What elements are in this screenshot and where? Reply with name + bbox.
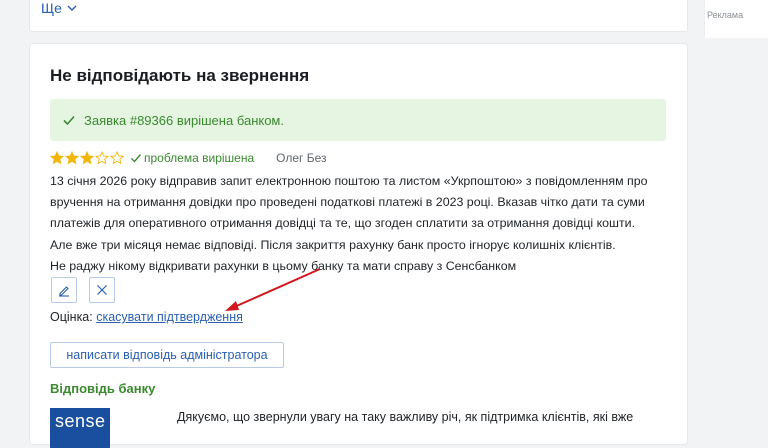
previous-review-card: Ще <box>29 0 688 32</box>
resolved-text: Заявка #89366 вирішена банком. <box>84 113 284 128</box>
rating-row: Оцінка: скасувати підтвердження <box>50 310 243 324</box>
status-text: проблема вирішена <box>144 151 255 165</box>
review-line: Але вже три місяця немає відповіді. Післ… <box>50 237 616 252</box>
review-body: 13 січня 2026 року відправив запит елект… <box>50 171 668 277</box>
star-rating <box>50 151 124 165</box>
check-icon <box>63 115 75 126</box>
review-line: платежів для оперативного отримання дові… <box>50 216 636 231</box>
rating-label: Оцінка: <box>50 310 97 324</box>
author-name: Олег Без <box>276 151 327 165</box>
ticket-number[interactable]: #89366 <box>130 113 173 128</box>
more-link[interactable]: Ще <box>41 0 78 16</box>
resolved-prefix: Заявка <box>84 112 130 128</box>
review-line: Не раджу нікому відкривати рахунки в цьо… <box>50 258 517 273</box>
check-icon <box>131 154 142 163</box>
edit-button[interactable] <box>51 277 77 303</box>
ad-label: Реклама <box>707 10 744 20</box>
review-title: Не відповідають на звернення <box>50 66 310 85</box>
star-icon <box>80 151 94 165</box>
star-icon <box>95 151 109 165</box>
pencil-icon <box>59 286 69 297</box>
chevron-down-icon <box>67 5 77 11</box>
resolved-notice: Заявка #89366 вирішена банком. <box>50 99 666 141</box>
star-icon <box>110 151 124 165</box>
bank-logo: sense <box>50 408 110 448</box>
more-label: Ще <box>41 0 62 16</box>
delete-button[interactable] <box>89 277 115 303</box>
status-badge: проблема вирішена <box>130 151 254 165</box>
review-card: Не відповідають на звернення Заявка #893… <box>29 43 688 448</box>
ad-panel: Реклама <box>704 0 768 38</box>
star-icon <box>50 151 64 165</box>
cancel-confirmation-link[interactable]: скасувати підтвердження <box>96 310 243 324</box>
resolved-suffix: вирішена банком. <box>173 112 284 128</box>
review-meta: проблема вирішена Олег Без <box>50 150 327 166</box>
close-icon <box>97 285 107 295</box>
bank-reply-title: Відповідь банку <box>50 381 156 396</box>
reply-admin-button[interactable]: написати відповідь адміністратора <box>50 342 284 368</box>
review-line: вручення на отримання довідки про провед… <box>50 195 645 210</box>
star-icon <box>65 151 79 165</box>
review-line: 13 січня 2026 року відправив запит елект… <box>50 174 648 188</box>
bank-logo-text: sense <box>55 411 106 431</box>
bank-reply-text: Дякуємо, що звернули увагу на таку важли… <box>177 410 634 424</box>
